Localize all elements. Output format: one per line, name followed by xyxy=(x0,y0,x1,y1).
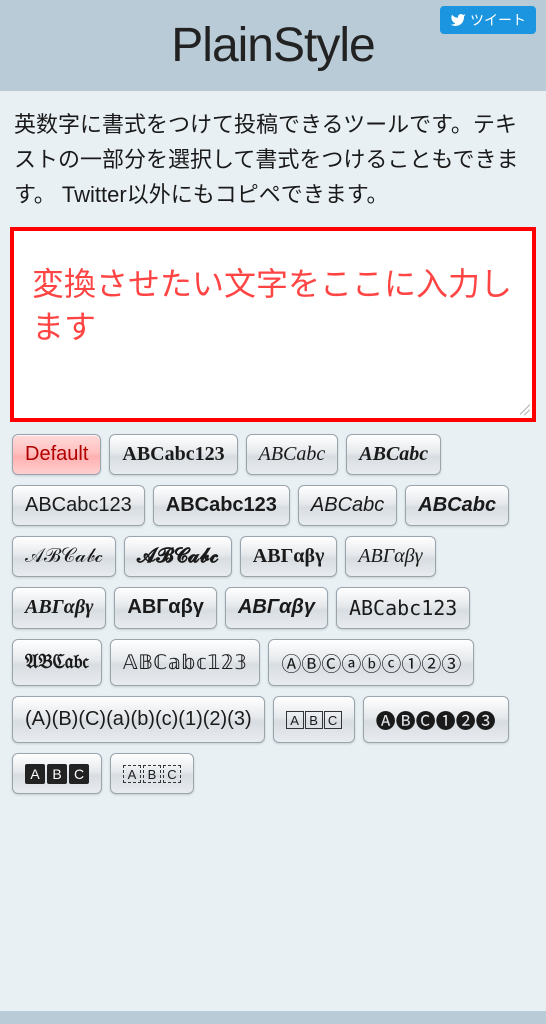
style-script-button[interactable]: 𝒜ℬ𝒞𝒶𝒷𝒸 xyxy=(12,536,116,577)
style-serif-bold-button[interactable]: ABCabc123 xyxy=(109,434,237,475)
text-input-area[interactable]: 変換させたい文字をここに入力します xyxy=(10,227,536,422)
twitter-icon xyxy=(450,12,466,28)
style-sans-bold-italic-button[interactable]: ABCabc xyxy=(405,485,509,526)
style-greek-sans-bold-button[interactable]: ΑΒΓαβγ xyxy=(114,587,217,629)
neg-squared-letters: A B C xyxy=(25,764,89,784)
style-monospace-button[interactable]: ABCabc123 xyxy=(336,587,470,629)
style-greek-bold-italic-button[interactable]: ΑΒΓαβγ xyxy=(12,587,106,629)
style-serif-italic-button[interactable]: ABCabc xyxy=(246,434,339,475)
style-button-grid: Default ABCabc123 ABCabc ABCabc ABCabc12… xyxy=(6,434,540,794)
style-squared-button[interactable]: A B C xyxy=(273,696,355,743)
style-sans-button[interactable]: ABCabc123 xyxy=(12,485,145,526)
squared-letters: A B C xyxy=(286,711,342,729)
style-sans-bold-button[interactable]: ABCabc123 xyxy=(153,485,290,526)
tweet-button[interactable]: ツイート xyxy=(440,6,536,34)
style-greek-sans-bold-italic-button[interactable]: ΑΒΓαβγ xyxy=(225,587,328,629)
style-default-button[interactable]: Default xyxy=(12,434,101,475)
style-greek-italic-button[interactable]: ΑΒΓαβγ xyxy=(345,536,435,577)
style-greek-bold-button[interactable]: ΑΒΓαβγ xyxy=(240,536,338,577)
main-content: 英数字に書式をつけて投稿できるツールです。テキストの一部分を選択して書式をつける… xyxy=(0,91,546,1011)
dotted-squared-letters: A B C xyxy=(123,765,181,783)
style-doublestruck-button[interactable]: 𝔸𝔹ℂ𝕒𝕓𝕔𝟙𝟚𝟛 xyxy=(110,639,260,686)
style-neg-squared-button[interactable]: A B C xyxy=(12,753,102,794)
input-placeholder-text: 変換させたい文字をここに入力します xyxy=(32,263,520,349)
resize-handle-icon[interactable] xyxy=(514,400,530,416)
style-parenthesized-button[interactable]: (A)(B)(C)(a)(b)(c)(1)(2)(3) xyxy=(12,696,265,743)
style-fraktur-button[interactable]: 𝔄𝔅ℭ𝔞𝔟𝔠 xyxy=(12,639,102,686)
description-text: 英数字に書式をつけて投稿できるツールです。テキストの一部分を選択して書式をつける… xyxy=(6,103,540,227)
style-sans-italic-button[interactable]: ABCabc xyxy=(298,485,397,526)
style-serif-bold-italic-button[interactable]: ABCabc xyxy=(346,434,441,475)
style-script-bold-button[interactable]: 𝓐𝓑𝓒𝓪𝓫𝓬 xyxy=(124,536,232,577)
style-circled-button[interactable]: ⒶⒷⒸⓐⓑⓒ①②③ xyxy=(268,639,474,686)
style-dotted-squared-button[interactable]: A B C xyxy=(110,753,194,794)
style-neg-circled-button[interactable]: 🅐🅑🅒➊➋➌ xyxy=(363,696,509,743)
tweet-button-label: ツイート xyxy=(470,10,526,30)
